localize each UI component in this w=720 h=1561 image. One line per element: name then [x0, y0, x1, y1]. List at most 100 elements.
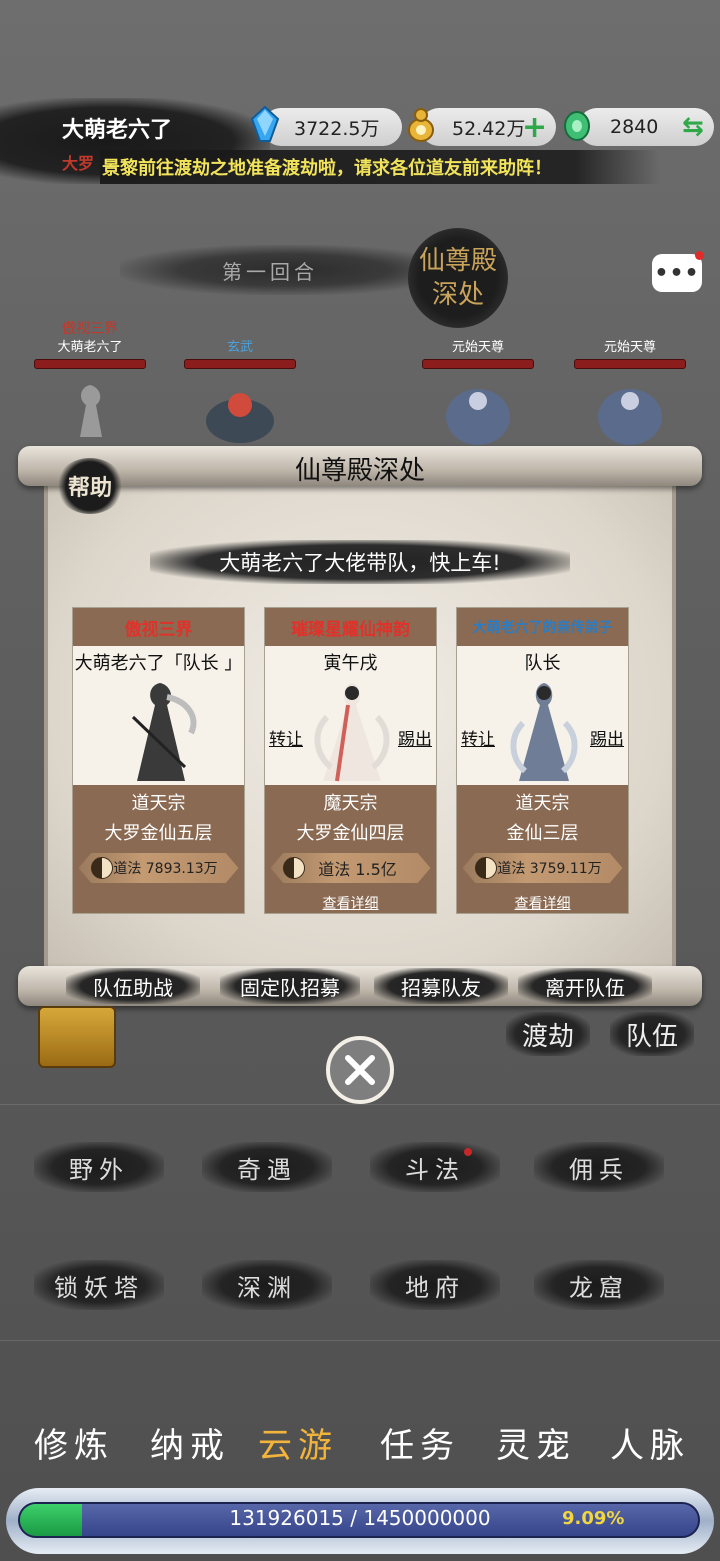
- view-detail-link[interactable]: 查看详细: [265, 893, 436, 913]
- map-dragon-cave-button[interactable]: 龙窟: [534, 1260, 664, 1310]
- unit-name: 元始天尊: [451, 340, 504, 355]
- unit-title: 傲视三界: [62, 321, 118, 337]
- gold-gourd-icon: [404, 104, 438, 144]
- unit-name: 玄武: [226, 340, 253, 355]
- kick-member-link[interactable]: 踢出: [590, 725, 624, 750]
- card-title: 璀璨星耀仙神韵: [265, 608, 436, 646]
- exchange-button[interactable]: ⇆: [682, 112, 704, 142]
- nav-quests[interactable]: 任务: [380, 1418, 460, 1467]
- divider: [0, 1104, 720, 1105]
- map-underworld-button[interactable]: 地府: [370, 1260, 500, 1310]
- card-power: 道法 7893.13万: [78, 853, 239, 883]
- chat-button[interactable]: •••: [652, 251, 704, 292]
- unit-title: [180, 318, 300, 336]
- card-realm: 大罗金仙四层: [296, 823, 405, 844]
- card-realm: 金仙三层: [506, 823, 579, 844]
- card-sect: 道天宗: [515, 793, 570, 814]
- team-banner: 大萌老六了大佬带队，快上车!: [150, 540, 570, 584]
- unit-figure: [446, 389, 510, 445]
- round-banner: 第一回合: [120, 245, 450, 295]
- map-demon-tower-button[interactable]: 锁妖塔: [34, 1260, 164, 1310]
- unit-boss-1[interactable]: 元始天尊: [418, 318, 538, 451]
- card-power: 道法 3759.11万: [462, 853, 623, 883]
- chat-notification-dot: [695, 251, 704, 260]
- unit-title: [418, 318, 538, 336]
- view-detail-link[interactable]: 查看详细: [457, 893, 628, 913]
- card-power-value: 道法 3759.11万: [497, 861, 602, 877]
- nav-storage-ring[interactable]: 纳戒: [150, 1418, 230, 1467]
- transfer-leader-link[interactable]: 转让: [269, 725, 303, 750]
- gold-value: 52.42万: [452, 117, 526, 140]
- add-gold-button[interactable]: +: [522, 110, 547, 145]
- card-title: 傲视三界: [73, 608, 244, 646]
- team-member-card-2[interactable]: 璀璨星耀仙神韵 寅午戌 转让 踢出 魔天宗 大罗金仙四层 道法 1.5亿 查看详…: [264, 607, 437, 914]
- team-banner-text: 大萌老六了大佬带队，快上车!: [219, 551, 501, 575]
- tribulation-button[interactable]: 渡劫: [506, 1012, 590, 1056]
- unit-name: 元始天尊: [603, 340, 656, 355]
- card-power: 道法 1.5亿: [270, 853, 431, 883]
- card-realm: 大罗金仙五层: [104, 823, 213, 844]
- fixed-team-recruit-button[interactable]: 固定队招募: [220, 968, 360, 1004]
- character-portrait: 转让 踢出: [457, 673, 628, 789]
- yin-yang-icon: [474, 857, 497, 879]
- duel-notification-dot: [464, 1148, 472, 1156]
- treasure-chest-icon[interactable]: [38, 1006, 116, 1068]
- nav-cultivate[interactable]: 修炼: [34, 1418, 114, 1467]
- jade-value: 2840: [610, 116, 659, 138]
- card-title: 大萌老六了的亲传弟子: [457, 608, 628, 646]
- kick-member-link[interactable]: 踢出: [398, 725, 432, 750]
- card-subtitle: 大萌老六了「队长 」: [74, 653, 243, 674]
- card-subtitle: 寅午戌: [323, 653, 378, 674]
- map-abyss-button[interactable]: 深渊: [202, 1260, 332, 1310]
- transfer-leader-link[interactable]: 转让: [461, 725, 495, 750]
- card-info: 魔天宗 大罗金仙四层 道法 1.5亿 查看详细: [265, 785, 436, 913]
- unit-name: 大萌老六了: [57, 340, 123, 355]
- recruit-teammate-button[interactable]: 招募队友: [374, 968, 508, 1004]
- nav-contacts[interactable]: 人脉: [610, 1418, 690, 1467]
- help-label: 帮助: [67, 475, 112, 501]
- stage-seal-line-1: 仙尊殿: [418, 246, 497, 276]
- unit-player[interactable]: 傲视三界 大萌老六了: [30, 318, 150, 451]
- unit-title: [570, 318, 690, 336]
- close-icon: [345, 1055, 375, 1085]
- unit-hp-bar: [184, 359, 296, 369]
- spirit-stone-counter: 3722.5万: [262, 108, 402, 146]
- stage-seal-line-2: 深处: [431, 280, 484, 310]
- blue-crystal-icon: [248, 104, 282, 144]
- player-name[interactable]: 大萌老六了: [62, 112, 172, 144]
- close-modal-button[interactable]: [326, 1036, 394, 1104]
- unit-figure: [80, 385, 102, 437]
- divider: [0, 1340, 720, 1341]
- map-encounter-button[interactable]: 奇遇: [202, 1142, 332, 1192]
- character-portrait: [73, 673, 244, 789]
- map-wild-button[interactable]: 野外: [34, 1142, 164, 1192]
- card-sect: 道天宗: [131, 793, 186, 814]
- team-assist-button[interactable]: 队伍助战: [66, 968, 200, 1004]
- card-title-text: 傲视三界: [124, 619, 193, 640]
- leave-team-button[interactable]: 离开队伍: [518, 968, 652, 1004]
- help-button[interactable]: 帮助: [56, 458, 124, 514]
- unit-hp-bar: [422, 359, 534, 369]
- yin-yang-icon: [282, 857, 305, 879]
- notice-text: 景黎前往渡劫之地准备渡劫啦，请求各位道友前来助阵！: [102, 158, 552, 179]
- unit-xuanwu[interactable]: 玄武: [180, 318, 300, 451]
- card-power-value: 道法 7893.13万: [113, 861, 218, 877]
- unit-boss-2[interactable]: 元始天尊: [570, 318, 690, 451]
- yin-yang-icon: [90, 857, 113, 879]
- card-power-value: 道法 1.5亿: [318, 860, 397, 879]
- card-title-text: 璀璨星耀仙神韵: [291, 619, 410, 640]
- map-mercenary-button[interactable]: 佣兵: [534, 1142, 664, 1192]
- map-duel-button[interactable]: 斗法: [370, 1142, 500, 1192]
- nav-wander[interactable]: 云游: [258, 1418, 338, 1467]
- round-label: 第一回合: [222, 259, 318, 284]
- team-member-card-1[interactable]: 傲视三界 大萌老六了「队长 」 道天宗 大罗金仙五层 道法 7893.13万: [72, 607, 245, 914]
- character-portrait: 转让 踢出: [265, 673, 436, 789]
- unit-hp-bar: [34, 359, 146, 369]
- unit-figure: [598, 389, 662, 445]
- team-button[interactable]: 队伍: [610, 1012, 694, 1056]
- unit-figure: [206, 393, 274, 443]
- nav-pets[interactable]: 灵宠: [496, 1418, 576, 1467]
- card-info: 道天宗 金仙三层 道法 3759.11万 查看详细: [457, 785, 628, 913]
- stage-seal: 仙尊殿 深处: [408, 228, 508, 328]
- team-member-card-3[interactable]: 大萌老六了的亲传弟子 队长 转让 踢出 道天宗 金仙三层 道法 3759.11万…: [456, 607, 629, 914]
